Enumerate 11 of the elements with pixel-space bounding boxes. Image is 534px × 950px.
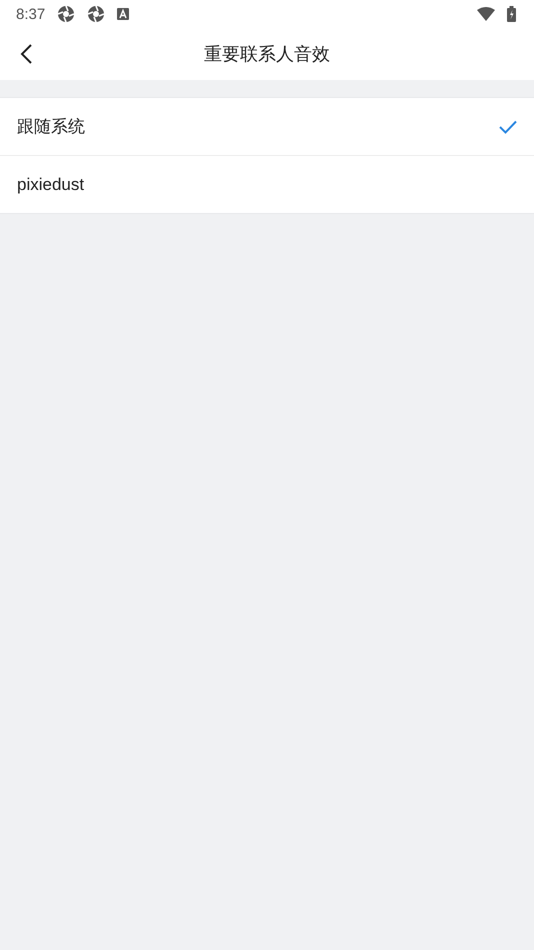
page-title: 重要联系人音效 xyxy=(204,43,330,66)
back-icon xyxy=(19,43,33,65)
option-row[interactable]: 跟随系统 xyxy=(0,98,534,155)
aperture-icon xyxy=(87,5,106,23)
battery-icon xyxy=(507,6,516,22)
check-icon xyxy=(499,120,517,134)
status-time: 8:37 xyxy=(16,6,46,22)
app-badge-icon xyxy=(117,8,130,20)
wifi-icon xyxy=(477,7,495,21)
aperture-icon xyxy=(57,5,76,23)
option-row[interactable]: pixiedust xyxy=(0,155,534,213)
